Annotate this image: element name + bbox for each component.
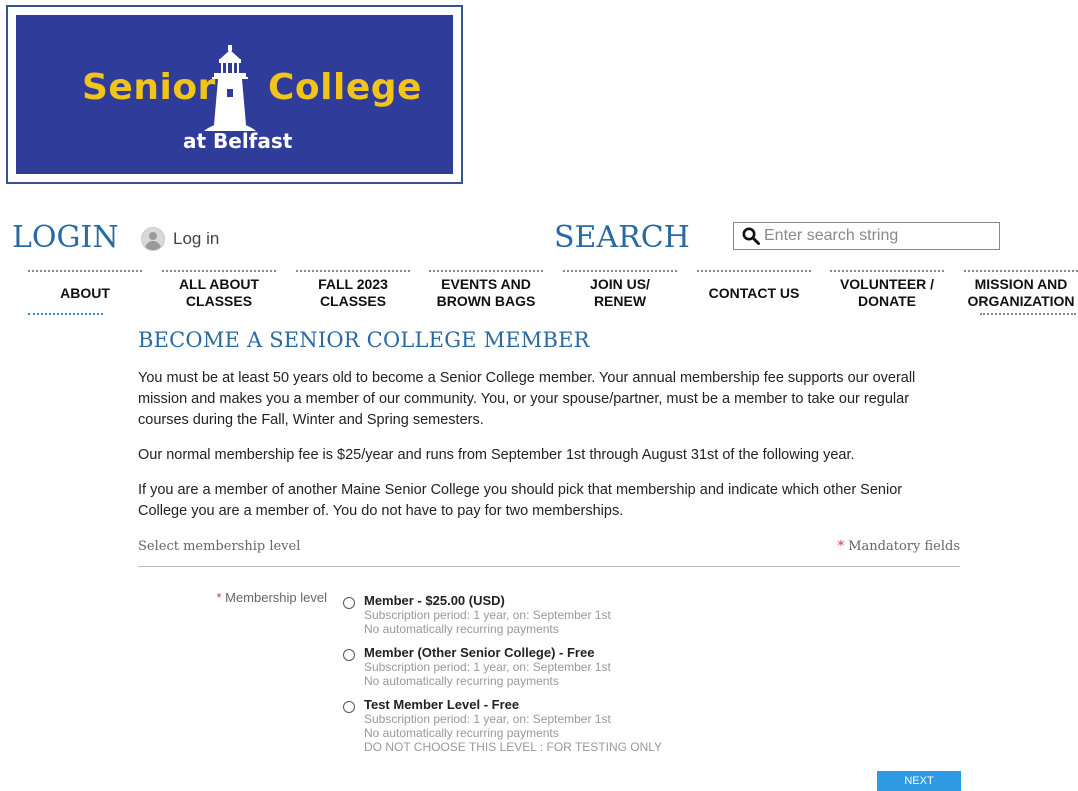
- nav-item-volunteer-label: VOLUNTEER / DONATE: [839, 276, 935, 309]
- logo-word-senior: Senior: [82, 67, 216, 108]
- nav-item-about[interactable]: ABOUT: [28, 270, 142, 315]
- option-title: Member - $25.00 (USD): [364, 593, 505, 608]
- form-section-label: Select membership level: [138, 539, 301, 554]
- lighthouse-icon: [204, 45, 256, 131]
- login-heading: LOGIN: [12, 220, 119, 255]
- nav-item-contact-us[interactable]: CONTACT US: [697, 270, 811, 314]
- required-star: *: [216, 590, 222, 605]
- nav-item-mission-label: MISSION AND ORGANIZATION: [967, 276, 1075, 309]
- option-subscription-period: Subscription period: 1 year, on: Septemb…: [364, 712, 611, 726]
- login-link[interactable]: Log in: [141, 227, 219, 251]
- form-divider: [138, 566, 960, 567]
- nav-item-mission-and-organization[interactable]: MISSION AND ORGANIZATION: [964, 270, 1078, 315]
- fee-paragraph: Our normal membership fee is $25/year an…: [138, 447, 855, 463]
- option-title: Test Member Level - Free: [364, 697, 520, 712]
- nav-item-contact-us-label: CONTACT US: [708, 284, 800, 301]
- search-box[interactable]: [733, 222, 1000, 250]
- mandatory-fields-note: * Mandatory fields: [837, 539, 960, 554]
- option-subscription-period: Subscription period: 1 year, on: Septemb…: [364, 608, 611, 622]
- site-logo[interactable]: Senior College at Belfast: [6, 5, 463, 184]
- logo-subtitle: at Belfast: [183, 129, 293, 153]
- membership-radio-other-college[interactable]: [343, 649, 355, 661]
- option-recurring-note: No automatically recurring payments: [364, 726, 559, 740]
- nav-item-join-us-renew[interactable]: JOIN US/RENEW: [563, 270, 677, 314]
- membership-radio-member[interactable]: [343, 597, 355, 609]
- nav-item-all-about-classes-label: ALL ABOUT CLASSES: [178, 276, 260, 309]
- other-college-paragraph: If you are a member of another Maine Sen…: [138, 482, 903, 519]
- search-icon[interactable]: [742, 227, 760, 245]
- option-subscription-period: Subscription period: 1 year, on: Septemb…: [364, 660, 611, 674]
- user-icon: [141, 227, 165, 251]
- required-star: *: [837, 539, 845, 554]
- main-nav: ABOUT ALL ABOUT CLASSES FALL 2023 CLASSES …: [0, 270, 1078, 316]
- search-input[interactable]: [764, 227, 984, 245]
- next-button[interactable]: NEXT: [877, 771, 961, 791]
- nav-item-events-and-brown-bags[interactable]: EVENTS AND BROWN BAGS: [429, 270, 543, 314]
- membership-level-label: * Membership level: [216, 590, 327, 605]
- option-title: Member (Other Senior College) - Free: [364, 645, 595, 660]
- nav-active-indicator: [28, 313, 103, 315]
- search-heading: SEARCH: [554, 220, 690, 255]
- nav-item-join-us-label: JOIN US/RENEW: [590, 276, 650, 309]
- membership-radio-test[interactable]: [343, 701, 355, 713]
- login-link-label: Log in: [173, 229, 220, 248]
- nav-item-about-label: ABOUT: [60, 284, 110, 301]
- logo-word-college: College: [268, 67, 422, 108]
- option-warning-note: DO NOT CHOOSE THIS LEVEL : FOR TESTING O…: [364, 740, 663, 754]
- nav-item-fall-2023-classes-label: FALL 2023 CLASSES: [318, 276, 388, 309]
- nav-item-volunteer-donate[interactable]: VOLUNTEER / DONATE: [830, 270, 944, 314]
- nav-item-events-label: EVENTS AND BROWN BAGS: [436, 276, 536, 309]
- intro-paragraph: You must be at least 50 years old to bec…: [138, 370, 916, 428]
- nav-item-underline: [980, 313, 1076, 315]
- logo-background: Senior College at Belfast: [16, 15, 453, 174]
- option-recurring-note: No automatically recurring payments: [364, 622, 559, 636]
- nav-item-all-about-classes[interactable]: ALL ABOUT CLASSES: [162, 270, 276, 314]
- option-recurring-note: No automatically recurring payments: [364, 674, 559, 688]
- page-title: BECOME A SENIOR COLLEGE MEMBER: [138, 328, 590, 352]
- nav-item-fall-2023-classes[interactable]: FALL 2023 CLASSES: [296, 270, 410, 314]
